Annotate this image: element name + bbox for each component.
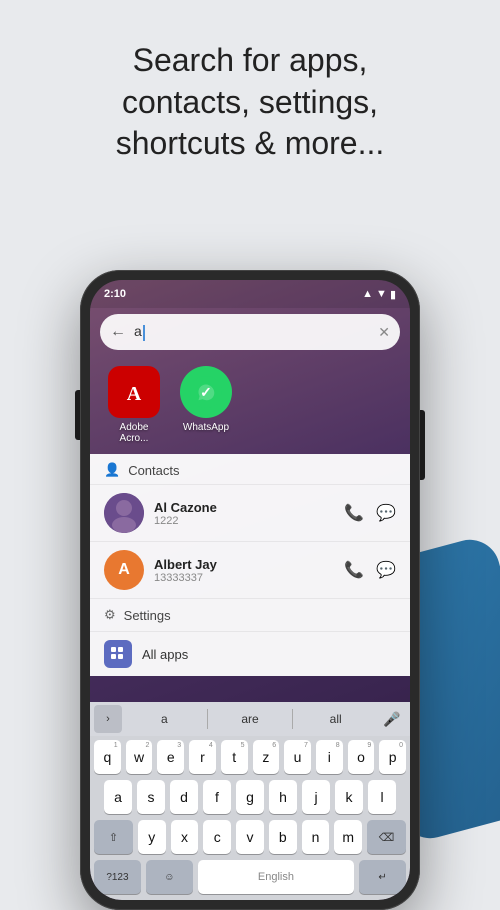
shift-key[interactable]: ⇧ <box>94 820 133 854</box>
wifi-icon: ▼ <box>376 288 387 300</box>
status-bar: 2:10 ▲ ▼ ▮ <box>90 280 410 308</box>
key-c[interactable]: c <box>203 820 231 854</box>
contacts-section-header: 👤 Contacts <box>90 454 410 484</box>
contacts-title: Contacts <box>128 463 179 478</box>
app-item-whatsapp[interactable]: ✓ WhatsApp <box>180 366 232 444</box>
message-button-alcazone[interactable]: 💬 <box>376 503 396 523</box>
search-input-value[interactable]: a <box>134 323 370 340</box>
key-q[interactable]: q1 <box>94 740 121 774</box>
allapps-row[interactable]: All apps <box>90 631 410 676</box>
key-o[interactable]: o9 <box>348 740 375 774</box>
key-p[interactable]: p0 <box>379 740 406 774</box>
signal-icon: ▲ <box>362 288 373 300</box>
back-button[interactable]: ← <box>110 323 126 341</box>
contact-info-albertjay: Albert Jay 13333337 <box>154 557 334 584</box>
key-m[interactable]: m <box>334 820 362 854</box>
allapps-label: All apps <box>142 647 188 662</box>
whatsapp-label: WhatsApp <box>183 422 229 433</box>
key-d[interactable]: d <box>170 780 198 814</box>
adobe-icon: A <box>108 366 160 418</box>
suggest-all[interactable]: all <box>295 705 376 733</box>
avatar-letter-albertjay: A <box>118 561 130 579</box>
allapps-icon <box>104 640 132 668</box>
key-x[interactable]: x <box>171 820 199 854</box>
key-k[interactable]: k <box>335 780 363 814</box>
suggest-sep2 <box>292 709 293 729</box>
keyboard-row-4: ?123 ☺ English ↵ <box>90 856 410 900</box>
key-u[interactable]: u7 <box>284 740 311 774</box>
key-t[interactable]: t5 <box>221 740 248 774</box>
phone-mockup: 2:10 ▲ ▼ ▮ ← a ✕ <box>80 270 420 910</box>
key-v[interactable]: v <box>236 820 264 854</box>
key-j[interactable]: j <box>302 780 330 814</box>
key-n[interactable]: n <box>302 820 330 854</box>
svg-text:A: A <box>127 383 142 405</box>
whatsapp-icon: ✓ <box>180 366 232 418</box>
header-line1: Search for apps, <box>133 42 368 78</box>
mic-button[interactable]: 🎤 <box>378 705 406 733</box>
suggest-a[interactable]: a <box>124 705 205 733</box>
adobe-label: Adobe Acro... <box>104 422 164 444</box>
header-text: Search for apps, contacts, settings, sho… <box>0 0 500 185</box>
contact-number-albertjay: 13333337 <box>154 572 334 584</box>
suggest-forward-btn[interactable]: › <box>94 705 122 733</box>
keyboard-row-1: q1 w2 e3 r4 t5 z6 u7 i8 o9 p0 <box>90 736 410 776</box>
settings-label: Settings <box>124 608 171 623</box>
header-line3: shortcuts & more... <box>116 125 385 161</box>
key-l[interactable]: l <box>368 780 396 814</box>
contact-avatar-albertjay: A <box>104 550 144 590</box>
contact-row-albertjay[interactable]: A Albert Jay 13333337 📞 💬 <box>90 541 410 598</box>
apps-row: A Adobe Acro... ✓ WhatsApp <box>90 356 410 454</box>
key-y[interactable]: y <box>138 820 166 854</box>
key-r[interactable]: r4 <box>189 740 216 774</box>
key-h[interactable]: h <box>269 780 297 814</box>
key-b[interactable]: b <box>269 820 297 854</box>
settings-row[interactable]: ⚙ Settings <box>90 598 410 631</box>
key-e[interactable]: e3 <box>157 740 184 774</box>
key-w[interactable]: w2 <box>126 740 153 774</box>
clear-button[interactable]: ✕ <box>378 324 390 341</box>
contact-actions-albertjay: 📞 💬 <box>344 560 396 580</box>
call-button-alcazone[interactable]: 📞 <box>344 503 364 523</box>
key-a[interactable]: a <box>104 780 132 814</box>
battery-icon: ▮ <box>390 288 396 301</box>
status-time: 2:10 <box>104 288 126 300</box>
contact-name-albertjay: Albert Jay <box>154 557 334 572</box>
keyboard-suggestions: › a are all 🎤 <box>90 702 410 736</box>
backspace-key[interactable]: ⌫ <box>367 820 406 854</box>
contact-row-alcazone[interactable]: Al Cazone 1222 📞 💬 <box>90 484 410 541</box>
svg-text:✓: ✓ <box>200 384 212 400</box>
key-f[interactable]: f <box>203 780 231 814</box>
keyboard-row-3: ⇧ y x c v b n m ⌫ <box>90 816 410 856</box>
settings-icon: ⚙ <box>104 607 116 623</box>
contact-actions-alcazone: 📞 💬 <box>344 503 396 523</box>
contact-info-alcazone: Al Cazone 1222 <box>154 500 334 527</box>
contacts-icon: 👤 <box>104 462 120 478</box>
search-text: a <box>134 323 142 339</box>
suggest-sep1 <box>207 709 208 729</box>
key-i[interactable]: i8 <box>316 740 343 774</box>
contact-name-alcazone: Al Cazone <box>154 500 334 515</box>
key-g[interactable]: g <box>236 780 264 814</box>
phone-outer: 2:10 ▲ ▼ ▮ ← a ✕ <box>80 270 420 910</box>
suggest-are[interactable]: are <box>210 705 291 733</box>
key-z[interactable]: z6 <box>253 740 280 774</box>
contact-number-alcazone: 1222 <box>154 515 334 527</box>
keyboard-row-2: a s d f g h j k l <box>90 776 410 816</box>
header-line2: contacts, settings, <box>122 84 378 120</box>
key-s[interactable]: s <box>137 780 165 814</box>
keyboard: › a are all 🎤 q1 w2 e3 r4 t5 z6 u7 <box>90 702 410 900</box>
call-button-albertjay[interactable]: 📞 <box>344 560 364 580</box>
message-button-albertjay[interactable]: 💬 <box>376 560 396 580</box>
status-icons: ▲ ▼ ▮ <box>362 288 396 301</box>
contact-avatar-alcazone <box>104 493 144 533</box>
search-bar[interactable]: ← a ✕ <box>100 314 400 350</box>
phone-screen: 2:10 ▲ ▼ ▮ ← a ✕ <box>90 280 410 900</box>
app-item-adobe[interactable]: A Adobe Acro... <box>104 366 164 444</box>
